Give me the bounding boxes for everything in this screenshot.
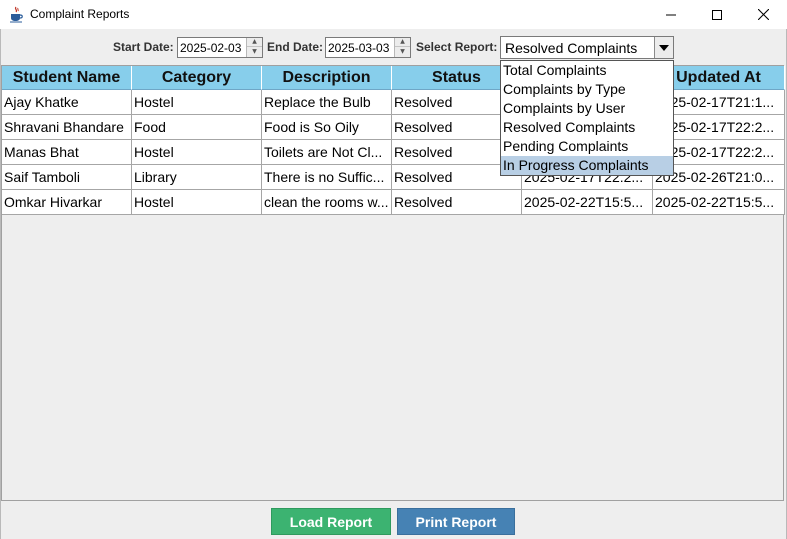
dropdown-arrow-button[interactable] [654, 37, 673, 58]
table-row[interactable]: Omkar Hivarkar Hostel clean the rooms w...… [2, 190, 785, 215]
spinner-arrows: ▲ ▼ [394, 38, 410, 57]
dropdown-option[interactable]: Complaints by User [501, 99, 673, 118]
maximize-icon [712, 9, 722, 20]
table-cell[interactable]: Hostel [132, 140, 262, 165]
end-date-value[interactable]: 2025-03-03 [328, 41, 389, 55]
spinner-down-icon[interactable]: ▼ [247, 47, 262, 56]
dropdown-option[interactable]: Total Complaints [501, 61, 673, 80]
window-title: Complaint Reports [30, 7, 130, 21]
start-date-spinner[interactable]: 2025-02-03 ▲ ▼ [177, 37, 263, 58]
table-cell[interactable]: Food [132, 115, 262, 140]
java-cup-icon [8, 6, 25, 23]
table-cell[interactable]: Replace the Bulb [262, 90, 392, 115]
table-cell[interactable]: Resolved [392, 190, 522, 215]
dropdown-option[interactable]: Complaints by Type [501, 80, 673, 99]
table-cell[interactable]: Ajay Khatke [2, 90, 132, 115]
dropdown-option[interactable]: Resolved Complaints [501, 118, 673, 137]
spinner-up-icon[interactable]: ▲ [247, 38, 262, 47]
table-cell[interactable]: Hostel [132, 90, 262, 115]
report-type-value[interactable]: Resolved Complaints [505, 40, 637, 56]
close-button[interactable] [740, 0, 786, 29]
chevron-down-icon [659, 44, 669, 51]
title-bar: Complaint Reports [0, 0, 787, 29]
table-cell[interactable]: Manas Bhat [2, 140, 132, 165]
table-cell[interactable]: 2025-02-22T15:5... [653, 190, 785, 215]
table-cell[interactable]: Shravani Bhandare [2, 115, 132, 140]
spinner-down-icon[interactable]: ▼ [395, 47, 410, 56]
select-report-label: Select Report: [416, 40, 498, 54]
table-cell[interactable]: Food is So Oily [262, 115, 392, 140]
spinner-up-icon[interactable]: ▲ [395, 38, 410, 47]
load-report-button[interactable]: Load Report [271, 508, 391, 535]
report-type-dropdown-list: Total Complaints Complaints by Type Compla… [500, 60, 674, 176]
column-header[interactable]: Student Name [2, 66, 132, 90]
report-type-combobox[interactable]: Resolved Complaints [500, 36, 674, 59]
spinner-arrows: ▲ ▼ [246, 38, 262, 57]
table-cell[interactable]: Toilets are Not Cl... [262, 140, 392, 165]
start-date-value[interactable]: 2025-02-03 [180, 41, 241, 55]
table-cell[interactable]: clean the rooms w... [262, 190, 392, 215]
end-date-spinner[interactable]: 2025-03-03 ▲ ▼ [325, 37, 411, 58]
start-date-label: Start Date: [113, 40, 174, 54]
end-date-label: End Date: [267, 40, 324, 54]
table-cell[interactable]: Library [132, 165, 262, 190]
table-cell[interactable]: Hostel [132, 190, 262, 215]
table-cell[interactable]: 2025-02-22T15:5... [522, 190, 653, 215]
maximize-button[interactable] [694, 0, 740, 29]
table-cell[interactable]: There is no Suffic... [262, 165, 392, 190]
minimize-button[interactable] [648, 0, 694, 29]
table-cell[interactable]: Saif Tamboli [2, 165, 132, 190]
dropdown-option[interactable]: Pending Complaints [501, 137, 673, 156]
minimize-icon [666, 14, 676, 15]
close-icon [757, 9, 769, 20]
column-header[interactable]: Category [132, 66, 262, 90]
column-header[interactable]: Description [262, 66, 392, 90]
dropdown-option[interactable]: In Progress Complaints [501, 156, 673, 175]
table-cell[interactable]: Omkar Hivarkar [2, 190, 132, 215]
print-report-button[interactable]: Print Report [397, 508, 515, 535]
